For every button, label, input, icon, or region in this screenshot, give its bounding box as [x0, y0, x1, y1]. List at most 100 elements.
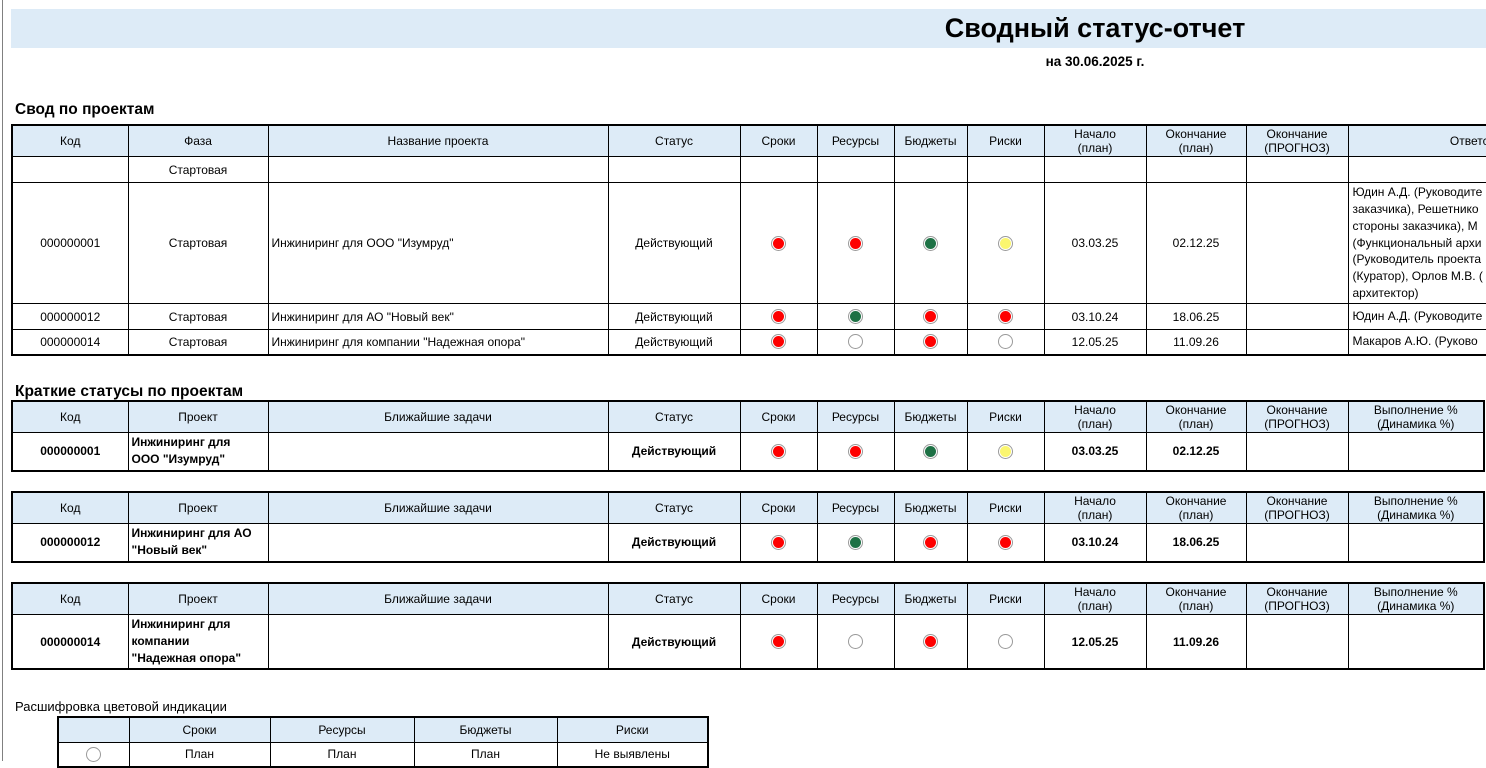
table-row: 000000012 Инжиниринг для АО "Новый век" … [12, 524, 1484, 562]
brief-header-row: Код Проект Ближайшие задачи Статус Сроки… [12, 401, 1484, 433]
indicator-cell [967, 433, 1044, 471]
col-tasks: Ближайшие задачи [268, 401, 608, 433]
indicator-cell [967, 330, 1044, 355]
indicator-cell [894, 183, 967, 304]
indicator-cell [817, 615, 894, 670]
cell-completion [1348, 615, 1484, 670]
cell-tasks [268, 433, 608, 471]
resources-indicator [848, 309, 863, 324]
cell-start-plan: 03.03.25 [1044, 183, 1146, 304]
col-status: Статус [608, 401, 740, 433]
col-code: Код [12, 125, 128, 157]
indicator-cell [740, 157, 817, 183]
legend-budgets-value: План [414, 742, 557, 767]
cell-code: 000000012 [12, 524, 128, 562]
cell-status: Действующий [608, 615, 740, 670]
indicator-cell [967, 615, 1044, 670]
legend-risks-value: Не выявлены [557, 742, 708, 767]
cell-end-plan: 18.06.25 [1146, 304, 1246, 330]
cell-phase: Стартовая [128, 157, 268, 183]
cell-project: Инжиниринг для компании "Надежная опора" [128, 615, 268, 670]
cell-start-plan [1044, 157, 1146, 183]
col-risks: Риски [967, 492, 1044, 524]
col-status: Статус [608, 492, 740, 524]
cell-status: Действующий [608, 330, 740, 355]
cell-end-plan: 02.12.25 [1146, 433, 1246, 471]
cell-status: Действующий [608, 304, 740, 330]
indicator-cell [894, 304, 967, 330]
cell-start-plan: 12.05.25 [1044, 615, 1146, 670]
cell-end-forecast [1246, 615, 1348, 670]
cell-project-name [268, 157, 608, 183]
indicator-cell [967, 524, 1044, 562]
cell-end-forecast [1246, 183, 1348, 304]
cell-start-plan: 12.05.25 [1044, 330, 1146, 355]
cell-code: 000000014 [12, 615, 128, 670]
resources-indicator [848, 535, 863, 550]
col-completion: Выполнение % (Динамика %) [1348, 492, 1484, 524]
cell-responsible: Юдин А.Д. (Руководите заказчика), Решетн… [1348, 183, 1486, 304]
col-end-plan: Окончание (план) [1146, 125, 1246, 157]
cell-phase: Стартовая [128, 183, 268, 304]
col-end-forecast: Окончание (ПРОГНОЗ) [1246, 583, 1348, 615]
cell-end-plan: 11.09.26 [1146, 330, 1246, 355]
cell-code [12, 157, 128, 183]
col-risks: Риски [967, 125, 1044, 157]
table-row: 000000014 Стартовая Инжиниринг для компа… [12, 330, 1486, 355]
col-phase: Фаза [128, 125, 268, 157]
col-start-plan: Начало (план) [1044, 401, 1146, 433]
indicator-cell [740, 524, 817, 562]
col-completion: Выполнение % (Динамика %) [1348, 583, 1484, 615]
cell-end-plan [1146, 157, 1246, 183]
cell-end-forecast [1246, 304, 1348, 330]
indicator-cell [58, 742, 129, 767]
col-code: Код [12, 583, 128, 615]
indicator-cell [817, 157, 894, 183]
col-indicator [58, 717, 129, 742]
resources-indicator [848, 236, 863, 251]
brief-status-table-1: Код Проект Ближайшие задачи Статус Сроки… [11, 400, 1485, 472]
brief-status-table-2: Код Проект Ближайшие задачи Статус Сроки… [11, 491, 1485, 563]
col-end-forecast: Окончание (ПРОГНОЗ) [1246, 401, 1348, 433]
indicator-cell [740, 615, 817, 670]
col-end-plan: Окончание (план) [1146, 583, 1246, 615]
risks-indicator [998, 634, 1013, 649]
indicator-cell [740, 433, 817, 471]
col-budgets: Бюджеты [894, 401, 967, 433]
cell-code: 000000001 [12, 183, 128, 304]
resources-indicator [848, 444, 863, 459]
risks-indicator [998, 444, 1013, 459]
cell-start-plan: 03.10.24 [1044, 304, 1146, 330]
col-risks: Риски [967, 583, 1044, 615]
indicator-cell [817, 433, 894, 471]
col-end-forecast: Окончание (ПРОГНОЗ) [1246, 492, 1348, 524]
col-project: Проект [128, 492, 268, 524]
brief-status-table-3: Код Проект Ближайшие задачи Статус Сроки… [11, 582, 1485, 670]
indicator-cell [967, 183, 1044, 304]
section-title-legend: Расшифровка цветовой индикации [15, 699, 227, 714]
cell-project: Инжиниринг для ООО "Изумруд" [128, 433, 268, 471]
cell-status: Действующий [608, 183, 740, 304]
legend-resources-value: План [270, 742, 414, 767]
indicator-cell [817, 183, 894, 304]
risks-indicator [998, 535, 1013, 550]
cell-status: Действующий [608, 524, 740, 562]
report-date: на 30.06.2025 г. [704, 54, 1486, 69]
budgets-indicator [923, 634, 938, 649]
cell-code: 000000001 [12, 433, 128, 471]
cell-completion [1348, 433, 1484, 471]
risks-indicator [998, 309, 1013, 324]
indicator-cell [967, 304, 1044, 330]
cell-end-plan: 11.09.26 [1146, 615, 1246, 670]
cell-phase: Стартовая [128, 304, 268, 330]
indicator-cell [894, 433, 967, 471]
col-budgets: Бюджеты [894, 583, 967, 615]
col-code: Код [12, 401, 128, 433]
col-deadlines: Сроки [740, 583, 817, 615]
cell-end-forecast [1246, 330, 1348, 355]
col-tasks: Ближайшие задачи [268, 583, 608, 615]
table-row: 000000001 Стартовая Инжиниринг для ООО "… [12, 183, 1486, 304]
col-resources: Ресурсы [817, 583, 894, 615]
risks-indicator [998, 236, 1013, 251]
col-project: Проект [128, 583, 268, 615]
